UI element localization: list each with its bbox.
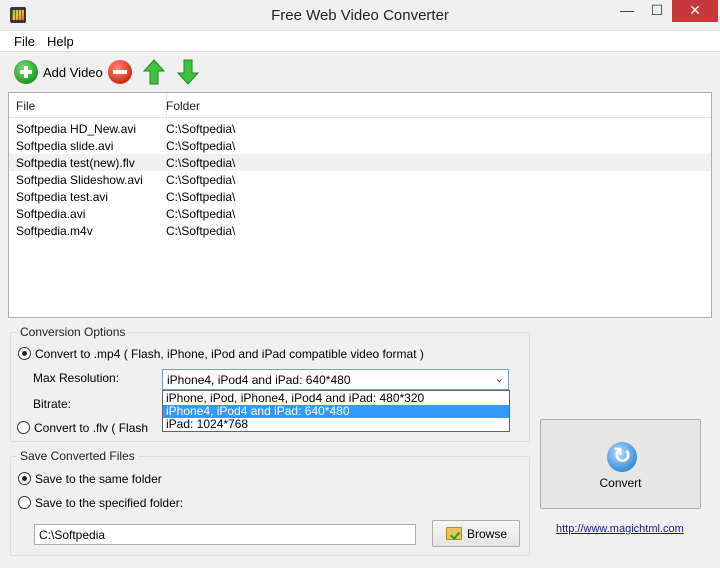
file-folder: C:\Softpedia\ [166,122,236,136]
save-files-title: Save Converted Files [17,449,138,463]
add-video-button[interactable]: Add Video [14,60,103,84]
toolbar: Add Video [0,51,720,91]
menu-file[interactable]: File [14,34,35,49]
convert-button[interactable]: Convert [540,419,701,509]
resolution-dropdown-list: iPhone, iPod, iPhone4, iPod4 and iPad: 4… [162,390,510,432]
file-name: Softpedia test(new).flv [16,156,135,170]
file-name: Softpedia.m4v [16,224,93,238]
convert-label: Convert [599,476,642,490]
column-header-folder[interactable]: Folder [166,99,200,113]
refresh-icon [607,442,637,472]
file-folder: C:\Softpedia\ [166,173,236,187]
minimize-button[interactable]: — [612,0,642,22]
table-row[interactable]: Softpedia test.avi C:\Softpedia\ [9,188,711,205]
same-folder-radio[interactable] [18,472,31,485]
maximize-button[interactable]: ☐ [643,0,671,22]
flv-label[interactable]: Convert to .flv ( Flash [34,421,148,435]
specified-folder-label[interactable]: Save to the specified folder: [35,496,183,510]
file-folder: C:\Softpedia\ [166,190,236,204]
column-header-file[interactable]: File [16,99,35,113]
menu-help[interactable]: Help [47,34,74,49]
browse-label: Browse [467,527,508,541]
table-row[interactable]: Softpedia slide.avi C:\Softpedia\ [9,137,711,154]
output-folder-input[interactable]: C:\Softpedia [34,524,416,545]
title-bar: Free Web Video Converter — ☐ ✕ [0,0,720,31]
website-link[interactable]: http://www.magichtml.com [556,523,684,535]
flv-radio[interactable] [17,421,30,434]
file-list-header: File Folder [9,93,711,118]
file-folder: C:\Softpedia\ [166,156,236,170]
chevron-down-icon: ⌄ [494,373,504,385]
specified-folder-radio[interactable] [18,496,31,509]
file-folder: C:\Softpedia\ [166,224,236,238]
browse-button[interactable]: Browse [432,520,520,547]
menu-bar: File Help [0,31,720,51]
bitrate-label: Bitrate: [33,397,72,411]
output-folder-value: C:\Softpedia [39,528,106,542]
move-down-arrow-icon[interactable] [177,59,199,85]
minus-icon [113,70,127,74]
folder-icon [446,527,462,540]
max-resolution-value: iPhone4, iPod4 and iPad: 640*480 [167,373,351,387]
file-folder: C:\Softpedia\ [166,139,236,153]
table-row[interactable]: Softpedia HD_New.avi C:\Softpedia\ [9,120,711,137]
file-name: Softpedia test.avi [16,190,109,204]
file-folder: C:\Softpedia\ [166,207,236,221]
mp4-radio[interactable] [18,347,31,360]
file-name: Softpedia slide.avi [16,139,114,153]
max-resolution-select[interactable]: iPhone4, iPod4 and iPad: 640*480 ⌄ [162,369,509,390]
file-name: Softpedia.avi [16,207,86,221]
same-folder-label[interactable]: Save to the same folder [35,472,162,486]
table-row[interactable]: Softpedia Slideshow.avi C:\Softpedia\ [9,171,711,188]
move-up-arrow-icon[interactable] [143,59,165,85]
table-row[interactable]: Softpedia.avi C:\Softpedia\ [9,205,711,222]
table-row[interactable]: Softpedia.m4v C:\Softpedia\ [9,222,711,239]
file-name: Softpedia Slideshow.avi [16,173,143,187]
resolution-option[interactable]: iPad: 1024*768 [163,418,509,431]
conversion-options-title: Conversion Options [17,325,129,339]
table-row-selected[interactable]: Softpedia test(new).flv C:\Softpedia\ [9,154,711,171]
file-list[interactable]: File Folder Softpedia HD_New.avi C:\Soft… [8,92,712,318]
close-button[interactable]: ✕ [672,0,718,22]
file-name: Softpedia HD_New.avi [16,122,137,136]
remove-video-button[interactable] [108,60,132,84]
add-video-label: Add Video [43,64,103,80]
mp4-label[interactable]: Convert to .mp4 ( Flash, iPhone, iPod an… [35,347,424,361]
plus-icon [14,60,38,84]
max-resolution-label: Max Resolution: [33,371,120,385]
